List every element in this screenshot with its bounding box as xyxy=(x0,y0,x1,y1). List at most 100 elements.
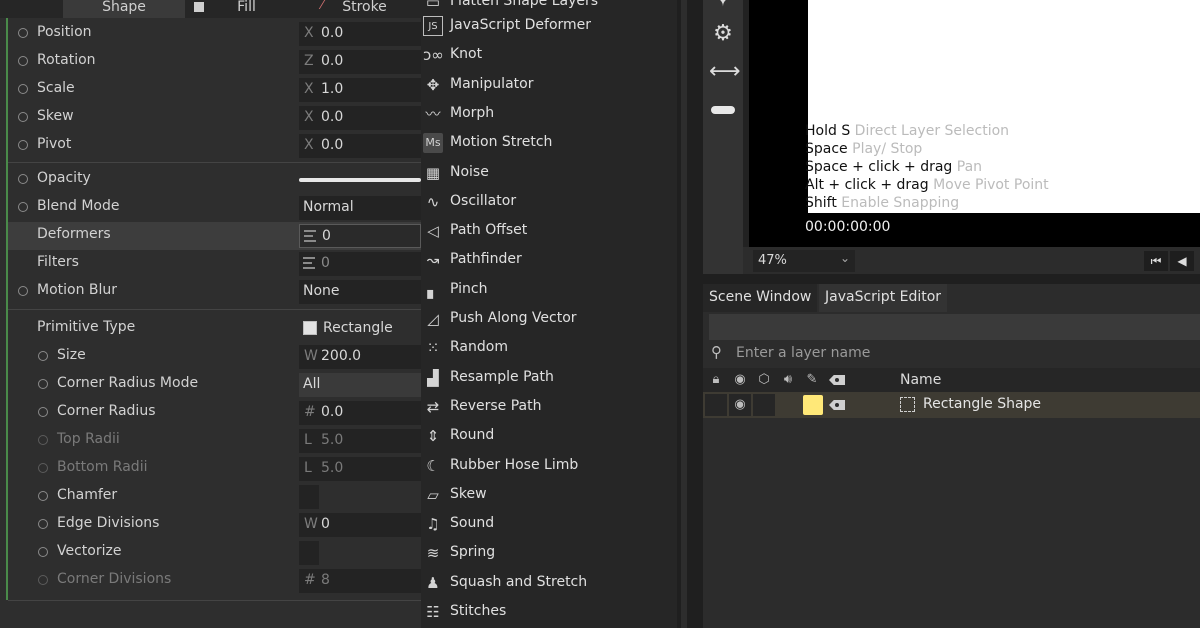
gear-icon[interactable]: ⚙ xyxy=(709,20,737,48)
property-row-blend-mode[interactable]: Blend Mode Normal xyxy=(8,194,421,222)
scale-x-field[interactable]: X 1.0 xyxy=(299,78,421,102)
corner-radius-field[interactable]: # 0.0 xyxy=(299,401,421,425)
keyframe-toggle-icon[interactable] xyxy=(38,491,48,501)
menu-item-push-along-vector[interactable]: ◿ Push Along Vector xyxy=(421,305,677,334)
canvas-area[interactable]: Hold S Direct Layer Selection Space Play… xyxy=(749,0,1200,247)
layer-color-swatch[interactable] xyxy=(803,395,823,415)
eye-icon[interactable]: ◉ xyxy=(729,394,751,416)
menu-item-javascript-deformer[interactable]: JS JavaScript Deformer xyxy=(421,12,677,41)
filters-field[interactable]: 0 xyxy=(299,252,421,276)
menu-item-sound[interactable]: ♫ Sound xyxy=(421,510,677,539)
property-row-chamfer[interactable]: Chamfer xyxy=(8,483,421,511)
vectorize-checkbox[interactable] xyxy=(299,541,319,565)
property-row-primitive-type[interactable]: Primitive Type Rectangle xyxy=(8,315,421,343)
keyframe-toggle-icon[interactable] xyxy=(18,140,28,150)
keyframe-toggle-icon[interactable] xyxy=(38,351,48,361)
menu-item-pathfinder[interactable]: ↝ Pathfinder xyxy=(421,246,677,275)
layer-name[interactable]: Rectangle Shape xyxy=(923,396,1041,412)
step-back-icon[interactable]: ◀ xyxy=(1170,251,1194,271)
property-row-motion-blur[interactable]: Motion Blur None xyxy=(8,278,421,306)
menu-item-noise[interactable]: ▦ Noise xyxy=(421,159,677,188)
solo-toggle[interactable] xyxy=(753,394,775,416)
motion-blur-select[interactable]: None xyxy=(299,280,421,304)
panel-splitter[interactable] xyxy=(703,274,1200,284)
size-w-field[interactable]: W 200.0 xyxy=(299,345,421,369)
eye-icon[interactable]: ◉ xyxy=(731,371,749,389)
layer-search[interactable]: ⚲ Enter a layer name xyxy=(709,342,1200,366)
keyframe-toggle-icon[interactable] xyxy=(18,84,28,94)
search-input[interactable]: Enter a layer name xyxy=(736,345,870,361)
property-row-skew[interactable]: Skew X 0.0 xyxy=(8,104,421,132)
skip-to-start-icon[interactable]: ⏮ xyxy=(1144,251,1168,271)
property-row-rotation[interactable]: Rotation Z 0.0 xyxy=(8,48,421,76)
menu-item-stitches[interactable]: ☷ Stitches xyxy=(421,598,677,627)
pin-icon[interactable]: ✎ xyxy=(803,371,821,389)
keyframe-toggle-icon[interactable] xyxy=(18,174,28,184)
tab-fill[interactable]: Fill xyxy=(185,0,308,18)
tag-icon[interactable] xyxy=(829,400,845,410)
cube-icon[interactable]: ⬡ xyxy=(755,371,773,389)
keyframe-toggle-icon[interactable] xyxy=(38,379,48,389)
property-row-pivot[interactable]: Pivot X 0.0 xyxy=(8,132,421,160)
keyframe-toggle-icon[interactable] xyxy=(38,407,48,417)
property-row-scale[interactable]: Scale X 1.0 xyxy=(8,76,421,104)
pointer-icon[interactable]: ✦ xyxy=(709,0,737,14)
layer-row[interactable]: ◉ Rectangle Shape xyxy=(703,392,1200,418)
tab-scene-window[interactable]: Scene Window xyxy=(703,284,818,312)
property-row-size[interactable]: Size W 200.0 xyxy=(8,343,421,371)
menu-item-oscillator[interactable]: ∿ Oscillator xyxy=(421,188,677,217)
tab-javascript-editor[interactable]: JavaScript Editor xyxy=(819,284,948,312)
tab-shape[interactable]: Shape xyxy=(63,0,185,18)
menu-item-round[interactable]: ⇕ Round xyxy=(421,422,677,451)
keyframe-toggle-icon[interactable] xyxy=(18,202,28,212)
menu-item-path-offset[interactable]: ◁ Path Offset xyxy=(421,217,677,246)
keyframe-toggle-icon[interactable] xyxy=(18,56,28,66)
edge-divisions-field[interactable]: W 0 xyxy=(299,513,421,537)
property-row-deformers[interactable]: Deformers 0 xyxy=(8,222,421,250)
skew-x-field[interactable]: X 0.0 xyxy=(299,106,421,130)
keyframe-toggle-icon[interactable] xyxy=(18,28,28,38)
position-x-field[interactable]: X 0.0 xyxy=(299,22,421,46)
bar-icon[interactable] xyxy=(709,96,737,124)
property-row-position[interactable]: Position X 0.0 xyxy=(8,20,421,48)
property-row-corner-radius[interactable]: Corner Radius # 0.0 xyxy=(8,399,421,427)
rotation-z-field[interactable]: Z 0.0 xyxy=(299,50,421,74)
property-row-edge-divisions[interactable]: Edge Divisions W 0 xyxy=(8,511,421,539)
corner-radius-mode-select[interactable]: All xyxy=(299,373,421,397)
menu-item-squash-and-stretch[interactable]: ♟ Squash and Stretch xyxy=(421,569,677,598)
menu-item-resample-path[interactable]: ▟ Resample Path xyxy=(421,364,677,393)
blend-mode-select[interactable]: Normal xyxy=(299,196,421,220)
lock-icon[interactable]: 🔒︎ xyxy=(707,371,725,389)
pivot-x-field[interactable]: X 0.0 xyxy=(299,134,421,158)
lock-toggle[interactable] xyxy=(705,394,727,416)
speaker-icon[interactable]: 🔊︎ xyxy=(779,371,797,389)
property-row-opacity[interactable]: Opacity xyxy=(8,166,421,194)
chamfer-checkbox[interactable] xyxy=(299,485,319,509)
keyframe-toggle-icon[interactable] xyxy=(18,112,28,122)
horizontal-arrows-icon[interactable]: ⟷ xyxy=(709,58,741,86)
menu-item-morph[interactable]: 〰 Morph xyxy=(421,100,677,129)
menu-item-knot[interactable]: ↄ∞ Knot xyxy=(421,41,677,70)
menu-item-motion-stretch[interactable]: Ms Motion Stretch xyxy=(421,129,677,158)
deformers-field[interactable]: 0 xyxy=(299,224,421,248)
name-column-header[interactable]: Name xyxy=(900,372,941,388)
tab-stroke[interactable]: ⁄ Stroke xyxy=(308,0,421,18)
property-row-corner-radius-mode[interactable]: Corner Radius Mode All xyxy=(8,371,421,399)
primitive-type-select[interactable]: Rectangle xyxy=(299,317,421,341)
keyframe-toggle-icon[interactable] xyxy=(18,286,28,296)
tag-icon[interactable] xyxy=(829,375,845,385)
zoom-select[interactable]: 47% ⌄ xyxy=(753,250,855,272)
opacity-slider[interactable] xyxy=(299,178,421,182)
panel-splitter[interactable] xyxy=(677,0,703,628)
property-row-vectorize[interactable]: Vectorize xyxy=(8,539,421,567)
menu-item-reverse-path[interactable]: ⇄ Reverse Path xyxy=(421,393,677,422)
menu-item-pinch[interactable]: ▖ Pinch xyxy=(421,276,677,305)
keyframe-toggle-icon[interactable] xyxy=(38,547,48,557)
menu-item-spring[interactable]: ≋ Spring xyxy=(421,539,677,568)
menu-item-manipulator[interactable]: ✥ Manipulator xyxy=(421,71,677,100)
menu-item-rubber-hose-limb[interactable]: ☾ Rubber Hose Limb xyxy=(421,452,677,481)
keyframe-toggle-icon[interactable] xyxy=(38,519,48,529)
viewport[interactable]: Hold S Direct Layer Selection Space Play… xyxy=(743,0,1200,274)
menu-item-random[interactable]: ⁙ Random xyxy=(421,334,677,363)
menu-item-skew[interactable]: ▱ Skew xyxy=(421,481,677,510)
